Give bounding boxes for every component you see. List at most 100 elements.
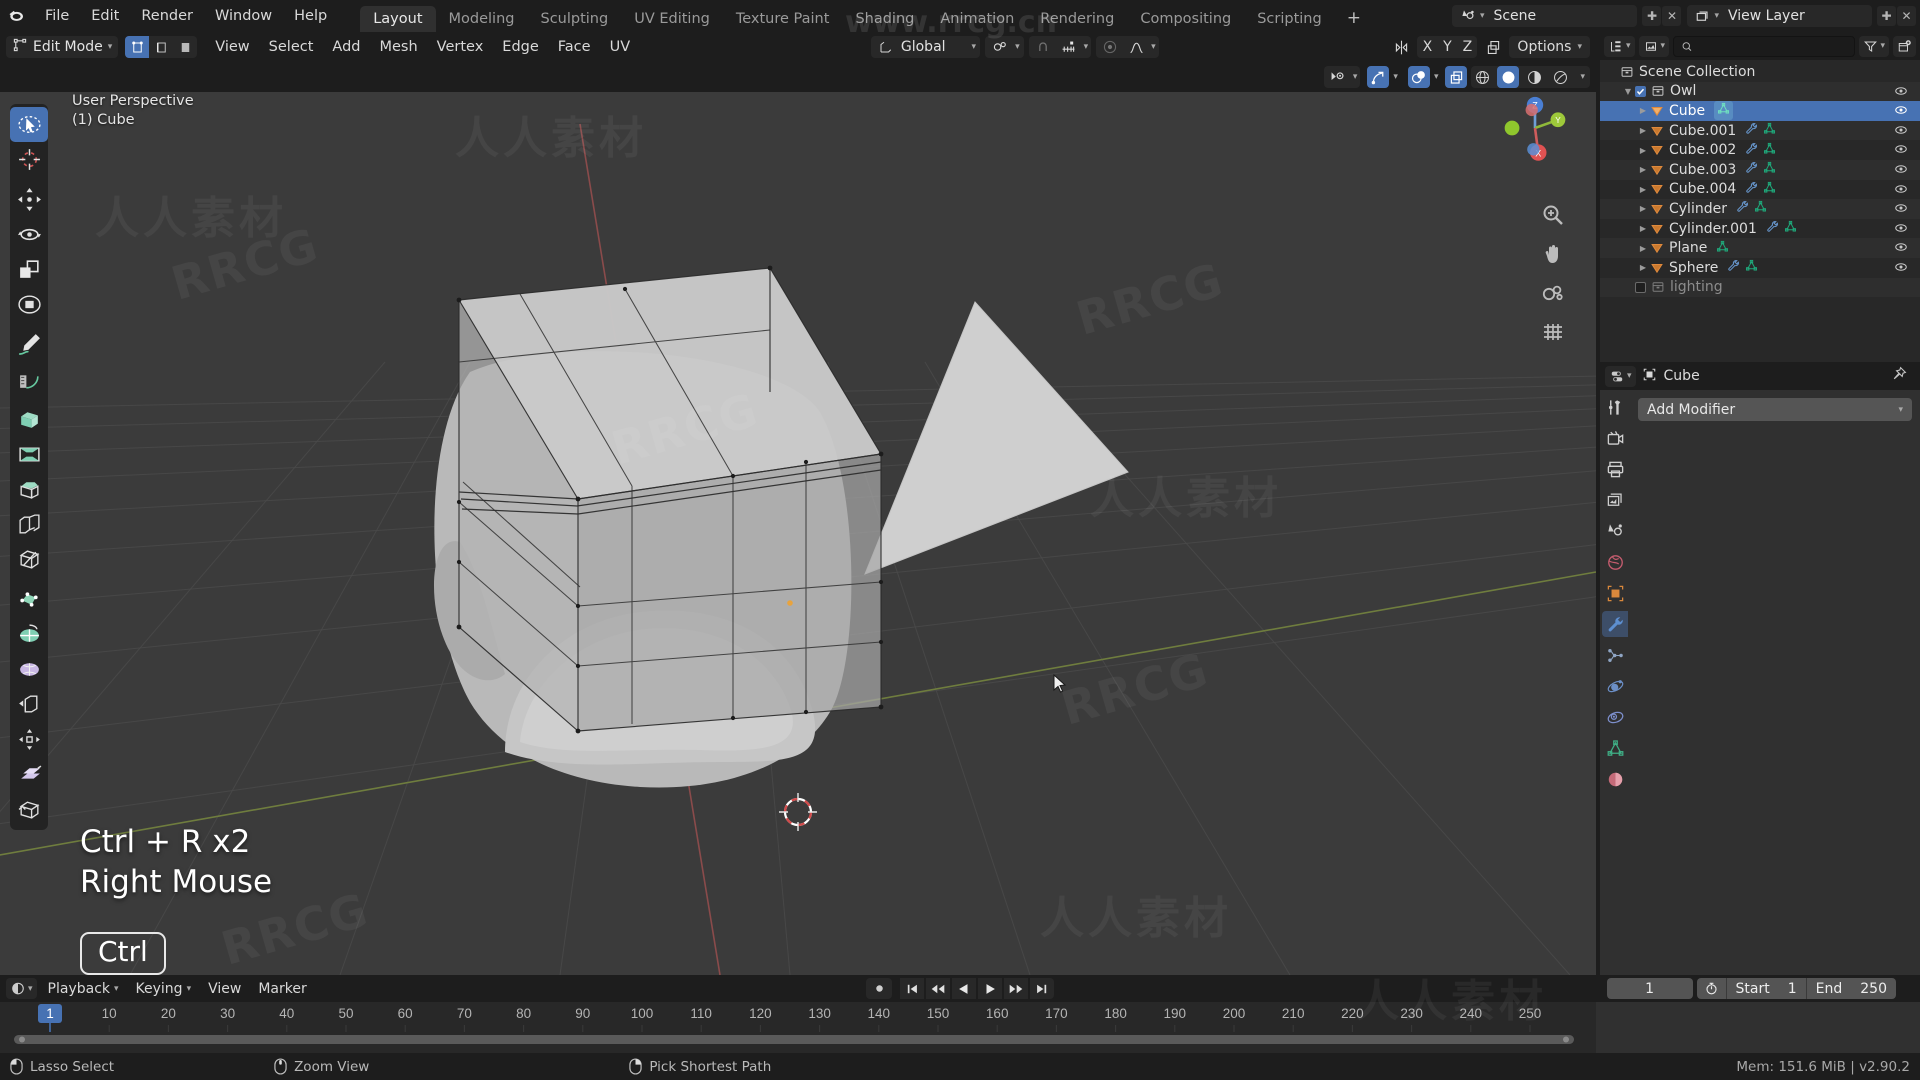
menu-render[interactable]: Render xyxy=(130,5,204,27)
remove-scene-button[interactable]: ✕ xyxy=(1662,6,1682,26)
hide-in-viewport-eye-icon[interactable] xyxy=(1894,221,1908,239)
outliner-display-mode-button[interactable]: ▾ xyxy=(1604,35,1635,57)
play-button[interactable] xyxy=(978,978,1002,999)
menu-file[interactable]: File xyxy=(34,5,80,27)
hide-in-viewport-eye-icon[interactable] xyxy=(1894,84,1908,102)
modifier-wrench-icon[interactable] xyxy=(1745,122,1758,139)
vertex-select-mode-button[interactable] xyxy=(125,36,150,58)
tab-rendering[interactable]: Rendering xyxy=(1027,6,1127,33)
new-collection-button[interactable] xyxy=(1893,35,1916,57)
add-workspace-button[interactable]: + xyxy=(1335,4,1373,32)
mesh-data-icon[interactable] xyxy=(1716,240,1729,257)
menu-window[interactable]: Window xyxy=(204,5,283,27)
constraint-properties-tab[interactable] xyxy=(1602,704,1628,730)
wireframe-shading-button[interactable] xyxy=(1471,66,1493,88)
outliner-row-scene-collection[interactable]: Scene Collection xyxy=(1600,62,1920,82)
object-properties-tab[interactable] xyxy=(1602,580,1628,606)
outliner-row-cube-004[interactable]: ▶ Cube.004 xyxy=(1600,180,1920,200)
vp-menu-add[interactable]: Add xyxy=(323,36,369,58)
disclosure-triangle-right-icon[interactable]: ▶ xyxy=(1636,106,1650,115)
chevron-down-icon[interactable]: ▾ xyxy=(1577,42,1582,52)
move-tool[interactable] xyxy=(10,182,48,217)
disclosure-triangle-right-icon[interactable]: ▶ xyxy=(1636,263,1650,272)
tab-sculpting[interactable]: Sculpting xyxy=(527,6,621,33)
outliner-row-owl[interactable]: ▼ Owl xyxy=(1600,81,1920,102)
tab-animation[interactable]: Animation xyxy=(927,6,1027,33)
timeline-scrollbar[interactable] xyxy=(0,1032,1596,1046)
remove-view-layer-button[interactable]: ✕ xyxy=(1897,6,1916,26)
chevron-down-icon[interactable]: ▾ xyxy=(1898,405,1903,415)
mesh-data-icon[interactable] xyxy=(1763,161,1776,178)
tab-scripting[interactable]: Scripting xyxy=(1244,6,1334,33)
chevron-down-icon[interactable]: ▾ xyxy=(1575,72,1590,82)
object-visibility-icon[interactable] xyxy=(1327,66,1349,88)
physics-properties-tab[interactable] xyxy=(1602,673,1628,699)
disclosure-triangle-right-icon[interactable]: ▶ xyxy=(1636,204,1650,213)
modifier-wrench-icon[interactable] xyxy=(1727,259,1740,276)
timeline-menu-view[interactable]: View xyxy=(200,978,249,1000)
disclosure-triangle-right-icon[interactable]: ▶ xyxy=(1636,126,1650,135)
proportional-editing-icon[interactable] xyxy=(1099,36,1121,58)
rendered-shading-button[interactable] xyxy=(1549,66,1571,88)
show-gizmo-icon[interactable] xyxy=(1367,66,1390,88)
outliner-row-cylinder[interactable]: ▶ Cylinder xyxy=(1600,199,1920,219)
disclosure-triangle-right-icon[interactable]: ▶ xyxy=(1636,244,1650,253)
outliner-row-cylinder-001[interactable]: ▶ Cylinder.001 xyxy=(1600,219,1920,239)
rotate-tool[interactable] xyxy=(10,217,48,252)
vp-menu-select[interactable]: Select xyxy=(260,36,323,58)
timeline-menu-keying[interactable]: Keying ▾ xyxy=(128,978,200,1000)
snap-increment-icon[interactable] xyxy=(1058,36,1080,58)
disclosure-triangle-right-icon[interactable]: ▶ xyxy=(1636,224,1650,233)
timeline-editor-type-button[interactable]: ▾ xyxy=(6,978,37,999)
disclosure-triangle-right-icon[interactable]: ▶ xyxy=(1636,185,1650,194)
jump-to-next-keyframe-button[interactable] xyxy=(1004,978,1028,999)
mesh-data-icon[interactable] xyxy=(1754,200,1767,217)
timeline-menu-playback[interactable]: Playback ▾ xyxy=(40,978,127,1000)
tab-modeling[interactable]: Modeling xyxy=(436,6,528,33)
outliner-row-cube[interactable]: ▶ Cube xyxy=(1600,101,1920,121)
mesh-data-icon[interactable] xyxy=(1714,101,1734,121)
outliner-search[interactable] xyxy=(1673,35,1856,57)
outliner-row-cube-002[interactable]: ▶ Cube.002 xyxy=(1600,140,1920,160)
mesh-data-icon[interactable] xyxy=(1763,181,1776,198)
chevron-down-icon[interactable]: ▾ xyxy=(1661,41,1666,51)
collection-checkbox[interactable] xyxy=(1635,85,1646,97)
scene-properties-tab[interactable] xyxy=(1602,518,1628,544)
solid-shading-button[interactable] xyxy=(1497,66,1520,88)
timeline-ruler[interactable]: 10 20 30 40 50 60 70 80 90 100 110 120 130 140 150 160 1… xyxy=(0,1002,1596,1032)
view-layer-properties-tab[interactable] xyxy=(1602,487,1628,513)
use-preview-range-icon[interactable] xyxy=(1697,981,1726,996)
vp-menu-edge[interactable]: Edge xyxy=(493,36,548,58)
viewport-options-button[interactable]: Options ▾ xyxy=(1509,36,1590,58)
modifier-wrench-icon[interactable] xyxy=(1736,200,1749,217)
navigation-gizmo[interactable]: Z Y X xyxy=(1494,87,1576,169)
outliner-filter-button[interactable]: ▾ xyxy=(1859,35,1889,57)
material-properties-tab[interactable] xyxy=(1602,766,1628,792)
tab-compositing[interactable]: Compositing xyxy=(1127,6,1244,33)
auto-keying-record-button[interactable] xyxy=(866,978,892,999)
collection-checkbox[interactable] xyxy=(1635,281,1646,293)
hide-in-viewport-eye-icon[interactable] xyxy=(1894,162,1908,180)
mesh-data-icon[interactable] xyxy=(1763,122,1776,139)
view-layer-selector[interactable]: ▾ View Layer xyxy=(1687,5,1872,27)
tweak-select-tool[interactable] xyxy=(10,107,48,142)
toggle-perspective-icon[interactable] xyxy=(1540,319,1566,345)
mirror-axis-x[interactable]: X xyxy=(1417,39,1437,55)
snap-magnet-icon[interactable] xyxy=(1032,36,1054,58)
tab-uv-editing[interactable]: UV Editing xyxy=(621,6,723,33)
annotate-tool[interactable] xyxy=(10,327,48,362)
knife-tool[interactable] xyxy=(10,542,48,577)
chevron-down-icon-2[interactable]: ▾ xyxy=(1714,11,1722,21)
disclosure-triangle-right-icon[interactable]: ▶ xyxy=(1636,146,1650,155)
blender-logo-icon[interactable] xyxy=(0,0,34,32)
toggle-xray-icon[interactable] xyxy=(1445,66,1468,88)
vp-menu-uv[interactable]: UV xyxy=(601,36,640,58)
tab-layout[interactable]: Layout xyxy=(360,6,436,33)
play-reverse-button[interactable] xyxy=(952,978,976,999)
new-view-layer-button[interactable]: ✚ xyxy=(1877,6,1896,26)
chevron-down-icon[interactable]: ▾ xyxy=(1015,42,1020,52)
start-frame-field[interactable]: Start 1 xyxy=(1727,981,1806,997)
falloff-curve-icon[interactable] xyxy=(1125,36,1147,58)
transform-orientation-selector[interactable]: Global ▾ xyxy=(870,36,981,58)
vp-menu-face[interactable]: Face xyxy=(549,36,600,58)
